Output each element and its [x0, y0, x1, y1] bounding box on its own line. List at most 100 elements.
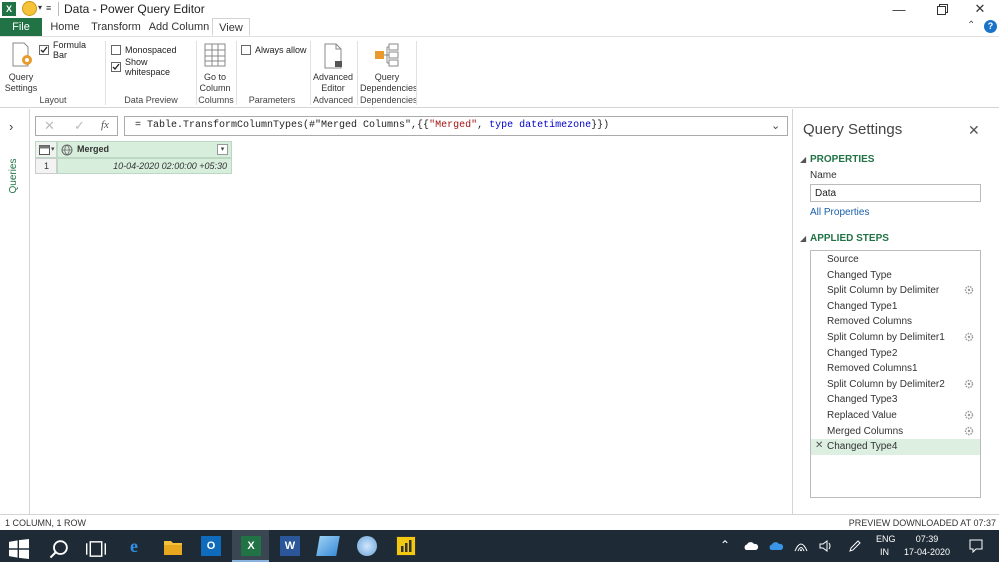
monospaced-checkbox[interactable] — [111, 45, 121, 55]
tab-view[interactable]: View — [212, 18, 250, 36]
paint-app-icon[interactable] — [357, 536, 377, 556]
collapse-ribbon-icon[interactable]: ⌃ — [967, 20, 975, 31]
word-icon[interactable]: W — [280, 536, 300, 556]
query-dependencies-label-1: Query — [374, 72, 400, 82]
tab-add-column[interactable]: Add Column — [148, 18, 210, 36]
step-settings-gear-icon[interactable] — [964, 410, 974, 420]
wifi-icon[interactable] — [794, 540, 808, 552]
list-item[interactable]: Changed Type2 — [827, 346, 897, 362]
status-bar: 1 COLUMN, 1 ROW PREVIEW DOWNLOADED AT 07… — [0, 514, 999, 530]
datetimezone-type-icon[interactable] — [61, 144, 73, 156]
list-item[interactable]: Source — [827, 252, 859, 268]
group-label-columns: Columns — [198, 95, 234, 105]
list-item[interactable]: Changed Type3 — [827, 392, 897, 408]
step-settings-gear-icon[interactable] — [964, 285, 974, 295]
advanced-editor-button[interactable]: Advanced Editor — [313, 39, 353, 93]
step-settings-gear-icon[interactable] — [964, 379, 974, 389]
query-name-input[interactable]: Data — [810, 184, 981, 202]
onedrive-business-icon[interactable] — [768, 541, 784, 551]
list-item[interactable]: Changed Type1 — [827, 299, 897, 315]
go-to-column-button[interactable]: Go to Column — [198, 39, 232, 93]
show-whitespace-checkbox[interactable] — [111, 62, 121, 72]
list-item[interactable]: Removed Columns1 — [827, 361, 918, 377]
show-whitespace-option[interactable]: Show whitespace — [111, 57, 195, 77]
formula-bar-option[interactable]: Formula Bar — [39, 40, 99, 60]
applied-steps-header: APPLIED STEPS — [810, 233, 889, 244]
feedback-dropdown-icon[interactable]: ▾ — [38, 3, 42, 12]
column-header-merged[interactable]: Merged ▾ — [57, 141, 232, 158]
list-item[interactable]: Split Column by Delimiter2 — [827, 377, 945, 393]
help-icon[interactable]: ? — [984, 20, 997, 33]
minimize-button[interactable]: — — [879, 0, 919, 18]
list-item[interactable]: Removed Columns — [827, 314, 912, 330]
onedrive-personal-icon[interactable] — [743, 541, 759, 551]
always-allow-checkbox[interactable] — [241, 45, 251, 55]
tab-home[interactable]: Home — [46, 18, 84, 36]
edge-browser-icon[interactable]: e — [124, 536, 144, 556]
column-filter-dropdown-icon[interactable]: ▾ — [217, 144, 228, 155]
close-settings-icon[interactable]: ✕ — [968, 122, 980, 139]
show-hidden-icons-icon[interactable]: ⌃ — [720, 538, 730, 552]
notifications-icon[interactable] — [969, 539, 983, 553]
file-explorer-icon[interactable] — [163, 537, 183, 557]
ribbon-separator — [236, 41, 237, 105]
excel-taskbar-active[interactable]: X — [232, 530, 269, 562]
properties-collapse-icon[interactable]: ◢ — [800, 155, 806, 164]
restore-button[interactable] — [922, 0, 962, 18]
task-view-icon[interactable] — [86, 539, 106, 559]
formula-input[interactable]: = Table.TransformColumnTypes(#"Merged Co… — [124, 116, 788, 136]
go-to-column-icon — [204, 43, 226, 67]
power-bi-icon[interactable] — [396, 536, 416, 556]
list-item[interactable]: Replaced Value — [827, 408, 897, 424]
group-label-advanced: Advanced — [312, 95, 354, 105]
step-settings-gear-icon[interactable] — [964, 426, 974, 436]
expand-queries-icon[interactable]: › — [9, 119, 13, 134]
queries-pane-label[interactable]: Queries — [8, 153, 22, 199]
list-item[interactable]: Changed Type — [827, 268, 892, 284]
group-label-layout: Layout — [39, 95, 67, 105]
close-window-button[interactable]: ✕ — [960, 0, 999, 18]
always-allow-label: Always allow — [255, 45, 307, 55]
status-left: 1 COLUMN, 1 ROW — [5, 518, 87, 528]
tab-file[interactable]: File — [0, 18, 42, 36]
tab-transform[interactable]: Transform — [90, 18, 142, 36]
query-dependencies-button[interactable]: Query Dependencies — [360, 39, 418, 93]
commit-formula-icon[interactable]: ✓ — [74, 118, 85, 134]
search-icon[interactable] — [49, 539, 69, 559]
formula-bar-label: Formula Bar — [53, 40, 87, 60]
pen-workspace-icon[interactable] — [848, 539, 862, 553]
selected-step-row[interactable]: ✕ Changed Type4 — [811, 439, 980, 455]
input-region[interactable]: IN — [880, 547, 889, 557]
clock-time[interactable]: 07:39 — [903, 534, 951, 544]
column-header-label: Merged — [77, 144, 110, 154]
table-corner-menu[interactable]: ▾ — [35, 141, 57, 158]
clock-date[interactable]: 17-04-2020 — [898, 547, 956, 557]
row-number: 1 — [35, 158, 57, 174]
expand-formula-icon[interactable]: ⌄ — [771, 119, 780, 132]
volume-icon[interactable] — [819, 540, 833, 552]
query-settings-button[interactable]: Query Settings — [4, 39, 38, 93]
windows-start-icon[interactable] — [9, 539, 29, 559]
list-item[interactable]: Merged Columns — [827, 424, 903, 440]
customize-toolbar-icon[interactable]: ≡ — [46, 3, 51, 13]
table-cell[interactable]: 10-04-2020 02:00:00 +05:30 — [57, 158, 232, 174]
all-properties-link[interactable]: All Properties — [810, 207, 869, 218]
cancel-formula-icon[interactable]: ✕ — [44, 118, 55, 134]
list-item[interactable]: Split Column by Delimiter — [827, 283, 939, 299]
notepad-app-icon[interactable] — [316, 536, 340, 556]
step-settings-gear-icon[interactable] — [964, 332, 974, 342]
input-language[interactable]: ENG — [876, 534, 896, 544]
query-dependencies-icon — [375, 43, 399, 67]
outlook-icon[interactable]: O — [201, 536, 221, 556]
formula-bar-checkbox[interactable] — [39, 45, 49, 55]
monospaced-option[interactable]: Monospaced — [111, 44, 191, 56]
status-right: PREVIEW DOWNLOADED AT 07:37 — [848, 518, 996, 528]
show-whitespace-label: Show whitespace — [125, 57, 171, 77]
applied-steps-collapse-icon[interactable]: ◢ — [800, 234, 806, 243]
list-item[interactable]: Split Column by Delimiter1 — [827, 330, 945, 346]
smiley-feedback-icon[interactable] — [22, 1, 37, 16]
delete-step-icon[interactable]: ✕ — [815, 440, 823, 451]
ribbon-separator — [105, 41, 106, 105]
always-allow-option[interactable]: Always allow — [241, 44, 307, 56]
insert-function-icon[interactable]: fx — [101, 119, 109, 131]
